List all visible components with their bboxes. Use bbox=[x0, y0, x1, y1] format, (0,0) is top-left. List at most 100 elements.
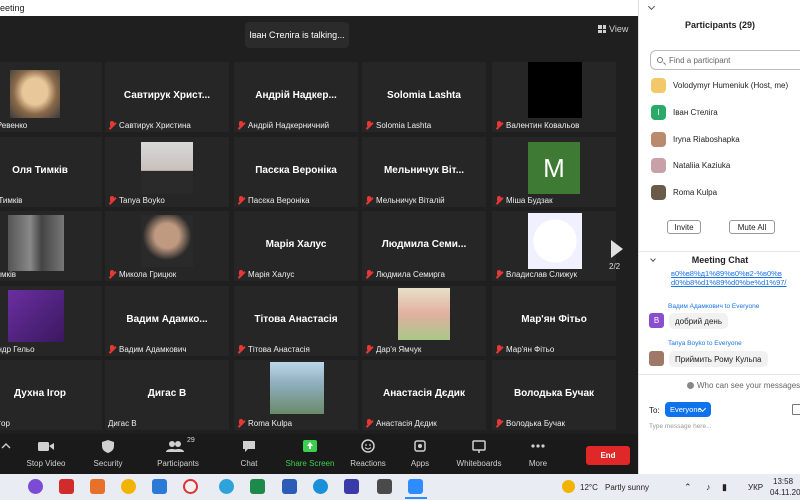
participants-button[interactable]: 29 Participants bbox=[152, 437, 204, 468]
video-tile[interactable]: Solomia Lashta Solomia Lashta bbox=[362, 62, 486, 132]
app-icon[interactable] bbox=[377, 479, 392, 494]
tile-display-name: Людмила Семи... bbox=[381, 239, 467, 250]
end-meeting-button[interactable]: End bbox=[586, 446, 630, 465]
viber-icon[interactable] bbox=[28, 479, 43, 494]
tile-name-tag: Марія Халус bbox=[237, 270, 294, 279]
video-tile[interactable]: Пасєка Вероніка Пасєка Вероніка bbox=[234, 137, 358, 207]
video-tile[interactable]: Вадим Адамко... Вадим Адамкович bbox=[105, 286, 229, 356]
view-button[interactable]: View bbox=[598, 24, 628, 34]
tile-name-tag: Дар'я Ямчук bbox=[365, 345, 421, 354]
video-tile[interactable]: Дигас В Дигас В bbox=[105, 360, 229, 430]
tile-name-tag: Людмила Семирга bbox=[365, 270, 445, 279]
video-tile[interactable]: Тимків bbox=[0, 211, 102, 281]
more-button[interactable]: More bbox=[522, 438, 554, 468]
tile-display-name: Духна Ігор bbox=[14, 388, 66, 399]
video-tile[interactable]: дан Ревенко bbox=[0, 62, 102, 132]
whiteboards-button[interactable]: Whiteboards bbox=[452, 438, 506, 468]
video-tile[interactable]: Микола Грицюк bbox=[105, 211, 229, 281]
chat-avatar-1: В bbox=[649, 313, 664, 328]
share-screen-label: Share Screen bbox=[285, 459, 335, 468]
file-attach-icon[interactable] bbox=[792, 404, 800, 415]
video-tile[interactable]: Roma Kulpa bbox=[234, 360, 358, 430]
chat-message-input[interactable]: Type message here... bbox=[649, 423, 712, 430]
video-tile[interactable]: Марія Халус Марія Халус bbox=[234, 211, 358, 281]
edge-icon[interactable] bbox=[313, 479, 328, 494]
tile-display-name: Solomia Lashta bbox=[387, 90, 461, 101]
participant-search-input[interactable]: Find a participant bbox=[650, 50, 800, 70]
chrome-icon[interactable] bbox=[121, 479, 136, 494]
video-tile[interactable]: ександр Гельо bbox=[0, 286, 102, 356]
participant-name: Пасєка Вероніка bbox=[248, 196, 310, 205]
tray-chevron-icon[interactable]: ⌃ bbox=[684, 482, 692, 493]
participant-name: дан Ревенко bbox=[0, 121, 28, 130]
network-icon[interactable]: ▮ bbox=[722, 482, 727, 493]
media-icon[interactable] bbox=[344, 479, 359, 494]
participant-row[interactable]: Volodymyr Humeniuk (Host, me) bbox=[651, 76, 788, 94]
who-can-see-link[interactable]: Who can see your messages? bbox=[687, 381, 800, 390]
participant-name: Roma Kulpa bbox=[248, 419, 293, 428]
chat-button[interactable]: Chat bbox=[232, 438, 266, 468]
participant-name: Анастасія Дєдик bbox=[376, 419, 437, 428]
participant-row[interactable]: Iryna Riaboshapka bbox=[651, 130, 740, 148]
powerpoint-icon[interactable] bbox=[90, 479, 105, 494]
profile-photo bbox=[270, 362, 324, 414]
next-page-button[interactable]: 2/2 bbox=[599, 238, 635, 282]
video-tile[interactable]: Анастасія Дєдик Анастасія Дєдик bbox=[362, 360, 486, 430]
window-titlebar: eeting bbox=[0, 0, 638, 16]
file-icon[interactable] bbox=[152, 479, 167, 494]
stop-video-button[interactable]: Stop Video bbox=[22, 438, 70, 468]
chat-sender-1: Вадим Адамкович to Everyone bbox=[668, 303, 760, 310]
participant-avatar bbox=[651, 184, 666, 200]
telegram-icon[interactable] bbox=[219, 479, 234, 494]
reactions-label: Reactions bbox=[350, 459, 386, 468]
participant-row[interactable]: Nataliia Kaziuka bbox=[651, 156, 730, 174]
tile-display-name: Дигас В bbox=[147, 388, 187, 399]
speaker-icon[interactable]: ♪ bbox=[706, 482, 711, 492]
participant-row[interactable]: Roma Kulpa bbox=[651, 183, 717, 201]
video-tile[interactable]: Валентин Ковальов bbox=[492, 62, 616, 132]
chevron-down-icon[interactable] bbox=[650, 256, 656, 262]
muted-mic-icon bbox=[365, 196, 373, 205]
video-tile[interactable]: Тітова Анастасія Тітова Анастасія bbox=[234, 286, 358, 356]
video-tile[interactable]: Духна Ігор хна Ігор bbox=[0, 360, 102, 430]
word-icon[interactable] bbox=[282, 479, 297, 494]
reactions-button[interactable]: Reactions bbox=[348, 438, 388, 468]
language-indicator[interactable]: УКР bbox=[748, 483, 763, 492]
video-tile[interactable]: Дар'я Ямчук bbox=[362, 286, 486, 356]
participant-name: Solomia Lashta bbox=[376, 121, 432, 130]
audio-toggle-chevron[interactable] bbox=[0, 438, 16, 459]
opera-icon[interactable] bbox=[183, 479, 198, 494]
muted-mic-icon bbox=[365, 270, 373, 279]
tile-name-tag: Владислав Слижук bbox=[495, 270, 577, 279]
apps-icon bbox=[414, 440, 426, 452]
participant-row[interactable]: І Іван Стеліга bbox=[651, 103, 718, 121]
tile-name-tag: Володька Бучак bbox=[495, 419, 565, 428]
apps-button[interactable]: Apps bbox=[404, 438, 436, 468]
video-tile[interactable]: Владислав Слижук bbox=[492, 211, 616, 281]
participant-name: Тимків bbox=[0, 270, 17, 279]
video-tile[interactable]: Андрій Надкер... Андрій Надкерничний bbox=[234, 62, 358, 132]
video-tile[interactable]: Савтирук Христ... Савтирук Христина bbox=[105, 62, 229, 132]
pdf-reader-icon[interactable] bbox=[59, 479, 74, 494]
tile-name-tag: Solomia Lashta bbox=[365, 121, 431, 130]
recipient-dropdown[interactable]: Everyone bbox=[665, 402, 711, 417]
video-tile[interactable]: Tanya Boyko bbox=[105, 137, 229, 207]
chat-link[interactable]: в0%в8%д1%89%в0%в2-%в0%в d0%b8%d1%89%d0%b… bbox=[671, 269, 800, 289]
video-tile[interactable]: Оля Тимків Оля Тимків bbox=[0, 137, 102, 207]
chevron-up-icon bbox=[1, 443, 11, 449]
collapse-chevron-icon[interactable] bbox=[647, 2, 656, 11]
participant-name: Тітова Анастасія bbox=[248, 345, 310, 354]
security-button[interactable]: Security bbox=[86, 438, 130, 468]
video-tile[interactable]: Людмила Семи... Людмила Семирга bbox=[362, 211, 486, 281]
video-tile[interactable]: M Міша Будзак bbox=[492, 137, 616, 207]
excel-icon[interactable] bbox=[250, 479, 265, 494]
share-screen-button[interactable]: Share Screen bbox=[284, 438, 336, 468]
zoom-icon[interactable] bbox=[408, 479, 423, 494]
invite-button[interactable]: Invite bbox=[667, 220, 701, 234]
muted-mic-icon bbox=[495, 270, 503, 279]
video-tile[interactable]: Володька Бучак Володька Бучак bbox=[492, 360, 616, 430]
tile-display-name: Оля Тимків bbox=[12, 165, 68, 176]
video-tile[interactable]: Мар'ян Фітьо Мар'ян Фітьо bbox=[492, 286, 616, 356]
video-tile[interactable]: Мельничук Віт... Мельничук Віталій bbox=[362, 137, 486, 207]
mute-all-button[interactable]: Mute All bbox=[729, 220, 775, 234]
